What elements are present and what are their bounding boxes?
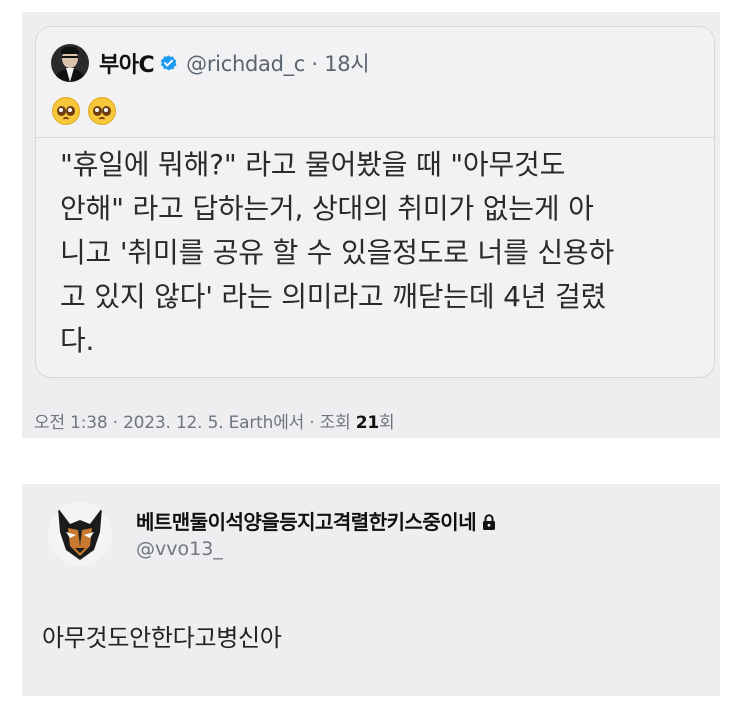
reply-body-text: 아무것도안한다고병신아 bbox=[42, 624, 282, 652]
view-count: 21 bbox=[355, 413, 380, 433]
pleading-face-emoji bbox=[88, 97, 116, 125]
body-line: "휴일에 뭐해?" 라고 물어봤을 때 "아무것도 bbox=[60, 148, 566, 181]
quote-header: 부아C @richdad_c · 18시 bbox=[51, 43, 370, 83]
tweet-meta: 오전 1:38 · 2023. 12. 5. Earth에서 · 조회 21회 bbox=[34, 413, 395, 433]
body-line: 다. bbox=[60, 324, 95, 357]
author-name[interactable]: 부아C bbox=[99, 47, 155, 79]
reply-author-name[interactable]: 베트맨둘이석양을등지고격렬한키스중이네 bbox=[136, 506, 496, 535]
author-avatar[interactable] bbox=[51, 44, 89, 82]
reply-avatar[interactable] bbox=[48, 502, 112, 566]
wolverine-mask-icon bbox=[58, 508, 102, 560]
lock-icon bbox=[483, 514, 496, 530]
body-line: 고 있지 않다' 라는 의미라고 깨닫는데 4년 걸렸 bbox=[60, 280, 607, 313]
tweet-time: 18시 bbox=[324, 52, 370, 76]
body-line: 니고 '취미를 공유 할 수 있을정도로 너를 신용하 bbox=[60, 236, 615, 269]
verified-badge-icon bbox=[160, 54, 177, 70]
pleading-face-emoji bbox=[52, 97, 80, 125]
body-line: 안해" 라고 답하는거, 상대의 취미가 없는게 아 bbox=[60, 192, 594, 225]
divider bbox=[36, 137, 714, 138]
reply-author-handle[interactable]: @vvo13_ bbox=[136, 538, 223, 560]
emoji-row bbox=[52, 97, 116, 125]
quote-card[interactable]: 부아C @richdad_c · 18시 "휴일에 뭐해?" 라고 물어봤을 때… bbox=[35, 26, 715, 378]
author-handle[interactable]: @richdad_c · 18시 bbox=[186, 48, 370, 78]
quote-body-text: "휴일에 뭐해?" 라고 물어봤을 때 "아무것도 안해" 라고 답하는거, 상… bbox=[60, 143, 700, 363]
quoted-tweet-panel: 부아C @richdad_c · 18시 "휴일에 뭐해?" 라고 물어봤을 때… bbox=[22, 12, 720, 438]
reply-panel: 베트맨둘이석양을등지고격렬한키스중이네 @vvo13_ 아무것도안한다고병신아 bbox=[22, 484, 720, 696]
